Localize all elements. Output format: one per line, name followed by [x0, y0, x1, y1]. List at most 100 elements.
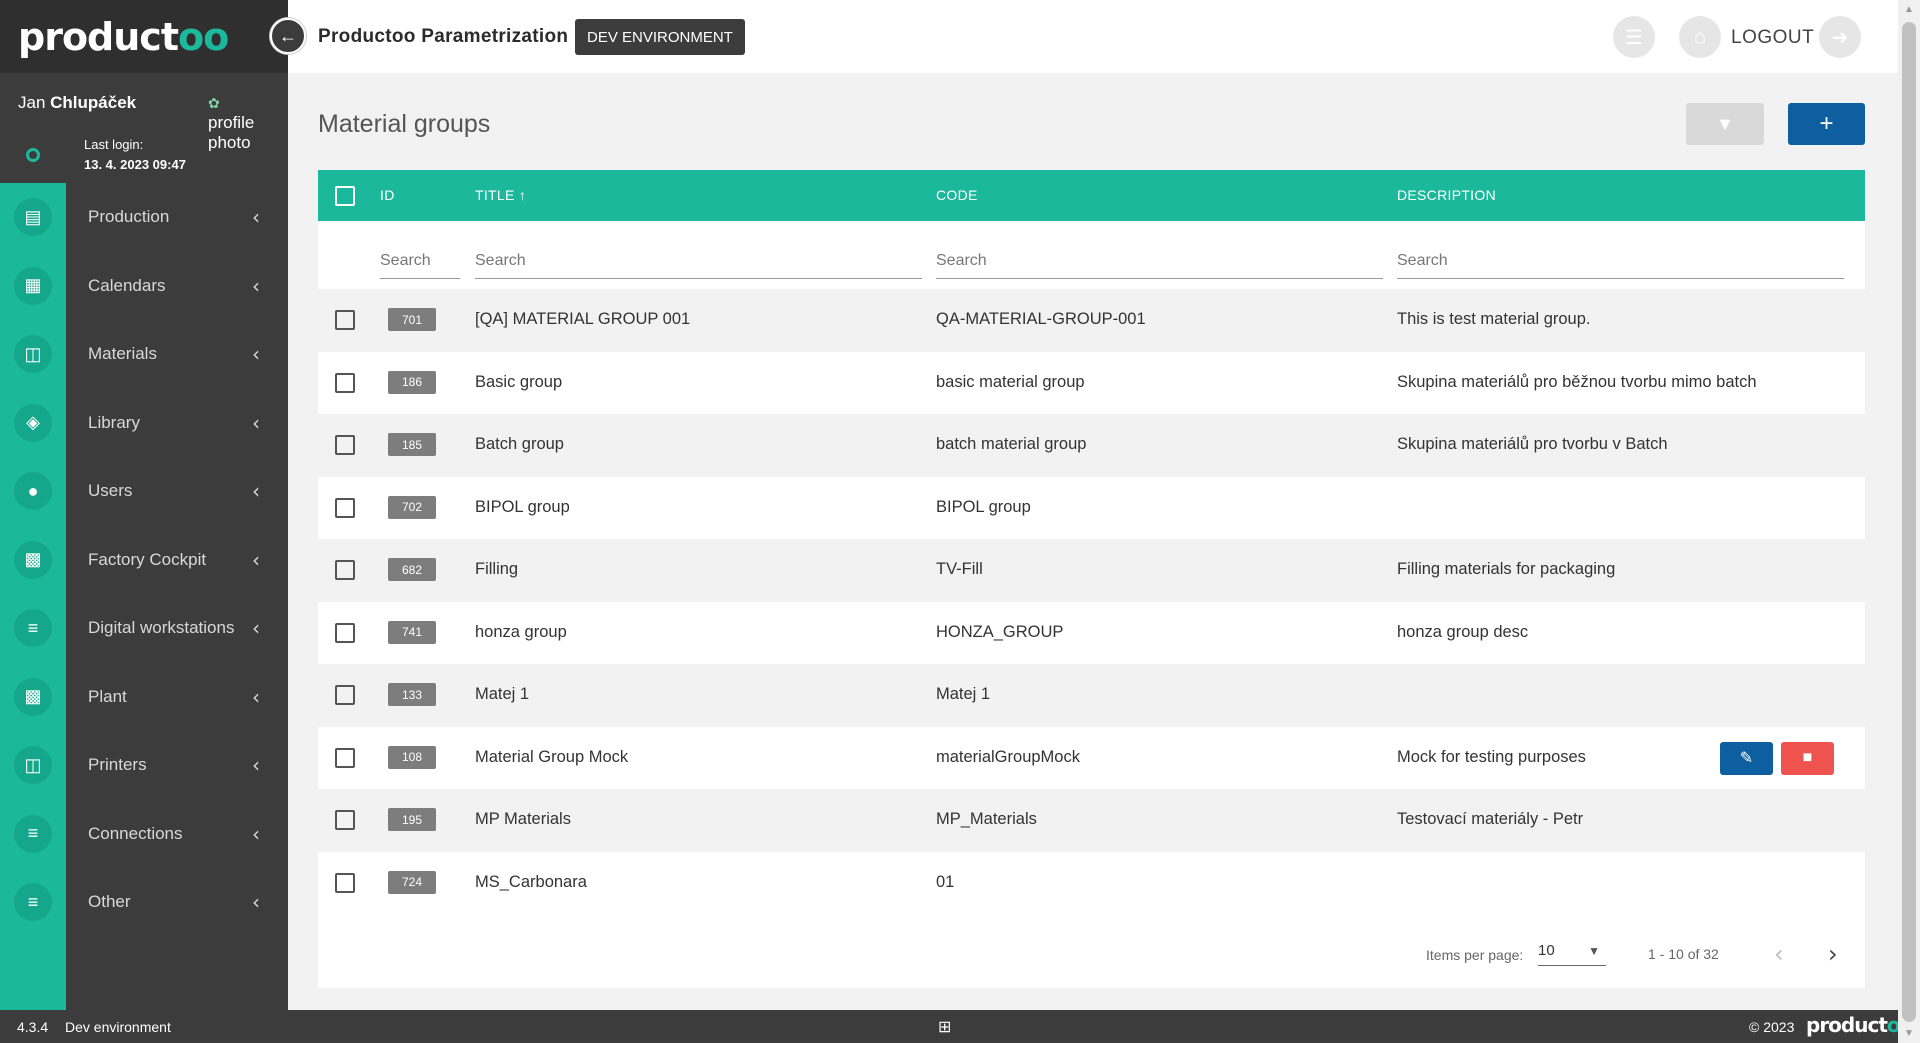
logo-text: product	[18, 14, 179, 59]
row-checkbox[interactable]	[335, 810, 355, 830]
row-checkbox[interactable]	[335, 310, 355, 330]
items-per-page-select[interactable]: 10 ▼	[1538, 942, 1606, 966]
footer-logo: productoo	[1806, 1013, 1913, 1037]
select-all-checkbox[interactable]	[335, 186, 355, 206]
row-code: basic material group	[936, 372, 1085, 391]
search-description-input[interactable]	[1397, 243, 1844, 279]
add-button[interactable]: +	[1788, 103, 1865, 145]
chevron-left-icon: ‹	[252, 684, 260, 709]
sidebar-item-production[interactable]: ▤ Production ‹	[0, 183, 288, 252]
row-code: batch material group	[936, 435, 1087, 453]
row-title: Batch group	[475, 435, 564, 453]
row-checkbox[interactable]	[335, 497, 355, 518]
chevron-left-icon: ‹	[252, 821, 260, 846]
sidebar-item-plant[interactable]: ▩ Plant ‹	[0, 663, 288, 732]
id-badge: 741	[388, 620, 436, 644]
search-id-input[interactable]	[380, 243, 460, 279]
material-groups-table: ID TITLE ↑ CODE DESCRIPTION 701 [QA] MAT…	[318, 170, 1865, 988]
scrollbar-thumb[interactable]	[1902, 22, 1916, 1022]
chevron-left-icon: ‹	[252, 273, 260, 298]
scroll-down-icon[interactable]: ▼	[1904, 1028, 1914, 1039]
sidebar-item-calendars[interactable]: ▦ Calendars ‹	[0, 252, 288, 321]
sidebar-item-materials[interactable]: ◫ Materials ‹	[0, 320, 288, 389]
logout-button[interactable]: LOGOUT	[1731, 27, 1814, 49]
id-badge: 702	[388, 495, 436, 519]
sidebar-item-label: Digital workstations	[88, 618, 235, 638]
table-row[interactable]: 185 Batch group batch material group Sku…	[318, 414, 1865, 477]
sidebar-item-digital-workstations[interactable]: ≡ Digital workstations ‹	[0, 594, 288, 663]
filter-button[interactable]: ▼	[1686, 103, 1764, 145]
sidebar-item-printers[interactable]: ◫ Printers ‹	[0, 731, 288, 800]
logout-icon[interactable]: ➜	[1819, 16, 1861, 58]
row-checkbox[interactable]	[335, 685, 355, 705]
previous-page-button[interactable]: ‹	[1774, 940, 1784, 968]
row-checkbox[interactable]	[335, 560, 355, 580]
user-panel: Jan Chlupáček ✿ profile photo Last login:…	[0, 73, 288, 183]
table-row[interactable]: 702 BIPOL group BIPOL group	[318, 476, 1865, 539]
row-code: HONZA_GROUP	[936, 622, 1064, 641]
row-description: Skupina materiálů pro běžnou tvorbu mimo…	[1397, 372, 1757, 391]
table-row[interactable]: 133 Matej 1 Matej 1	[318, 664, 1865, 727]
page-scrollbar[interactable]: ▲ ▼	[1898, 0, 1920, 1043]
row-checkbox[interactable]	[335, 435, 355, 455]
row-checkbox[interactable]	[335, 622, 355, 643]
scroll-up-icon[interactable]: ▲	[1904, 4, 1914, 15]
table-row[interactable]: 682 Filling TV-Fill Filling materials fo…	[318, 539, 1865, 602]
table-row[interactable]: 701 [QA] MATERIAL GROUP 001 QA-MATERIAL-…	[318, 289, 1865, 352]
next-page-button[interactable]: ›	[1828, 940, 1838, 968]
row-description: Testovací materiály - Petr	[1397, 810, 1584, 828]
online-status-icon	[26, 148, 40, 162]
sidebar-menu: ▤ Production ‹ ▦ Calendars ‹ ◫ Materials…	[0, 183, 288, 937]
column-header-description[interactable]: DESCRIPTION	[1397, 187, 1496, 203]
list-view-icon[interactable]: ☰	[1613, 16, 1655, 58]
table-row[interactable]: 108 Material Group Mock materialGroupMoc…	[318, 726, 1865, 789]
home-icon[interactable]: ⌂	[1679, 16, 1721, 58]
row-checkbox[interactable]	[335, 872, 355, 893]
sidebar-item-label: Calendars	[88, 275, 166, 295]
column-header-code[interactable]: CODE	[936, 187, 978, 203]
last-login-label: Last login:	[84, 137, 144, 152]
profile-photo[interactable]: ✿ profile photo	[208, 93, 278, 151]
row-title: MS_Carbonara	[475, 872, 587, 891]
grid-icon[interactable]: ⊞	[938, 1017, 951, 1037]
copyright: © 2023	[1749, 1019, 1795, 1035]
tag-icon: ◈	[14, 403, 52, 442]
sidebar-item-label: Other	[88, 892, 131, 912]
table-row[interactable]: 186 Basic group basic material group Sku…	[318, 351, 1865, 414]
sidebar-item-users[interactable]: ● Users ‹	[0, 457, 288, 526]
collapse-sidebar-button[interactable]: ←	[270, 18, 306, 54]
profile-photo-alt: profile photo	[208, 113, 255, 151]
logo-accent: oo	[178, 14, 229, 59]
search-title-input[interactable]	[475, 243, 922, 279]
users-icon: ●	[14, 472, 52, 511]
id-badge: 186	[388, 370, 436, 394]
sidebar-item-library[interactable]: ◈ Library ‹	[0, 389, 288, 458]
folder-icon: ◫	[14, 746, 52, 785]
table-row[interactable]: 724 MS_Carbonara 01	[318, 851, 1865, 914]
table-row[interactable]: 741 honza group HONZA_GROUP honza group …	[318, 601, 1865, 664]
row-description: Filling materials for packaging	[1397, 560, 1616, 578]
row-description: honza group desc	[1397, 622, 1529, 641]
productoo-logo[interactable]: productoo	[18, 14, 229, 59]
sidebar-item-factory-cockpit[interactable]: ▩ Factory Cockpit ‹	[0, 526, 288, 595]
pencil-icon: ✎	[1739, 750, 1754, 767]
filter-icon: ▼	[1716, 113, 1734, 134]
delete-button[interactable]: ■	[1781, 741, 1834, 775]
column-header-id[interactable]: ID	[380, 187, 395, 203]
sidebar-item-label: Connections	[88, 823, 183, 843]
search-code-input[interactable]	[936, 243, 1383, 279]
list-icon: ≡	[14, 883, 52, 922]
row-checkbox[interactable]	[335, 747, 355, 768]
sidebar-item-other[interactable]: ≡ Other ‹	[0, 868, 288, 937]
sidebar-item-label: Plant	[88, 686, 127, 706]
table-row[interactable]: 195 MP Materials MP_Materials Testovací …	[318, 789, 1865, 852]
row-checkbox[interactable]	[335, 372, 355, 393]
sidebar-item-label: Printers	[88, 755, 147, 775]
page-range: 1 - 10 of 32	[1648, 946, 1719, 962]
user-last-name: Chlupáček	[50, 93, 137, 112]
search-row	[318, 221, 1865, 289]
column-header-title[interactable]: TITLE ↑	[475, 187, 526, 203]
sidebar-item-connections[interactable]: ≡ Connections ‹	[0, 800, 288, 869]
edit-button[interactable]: ✎	[1720, 741, 1773, 775]
list-icon: ≡	[14, 609, 52, 648]
